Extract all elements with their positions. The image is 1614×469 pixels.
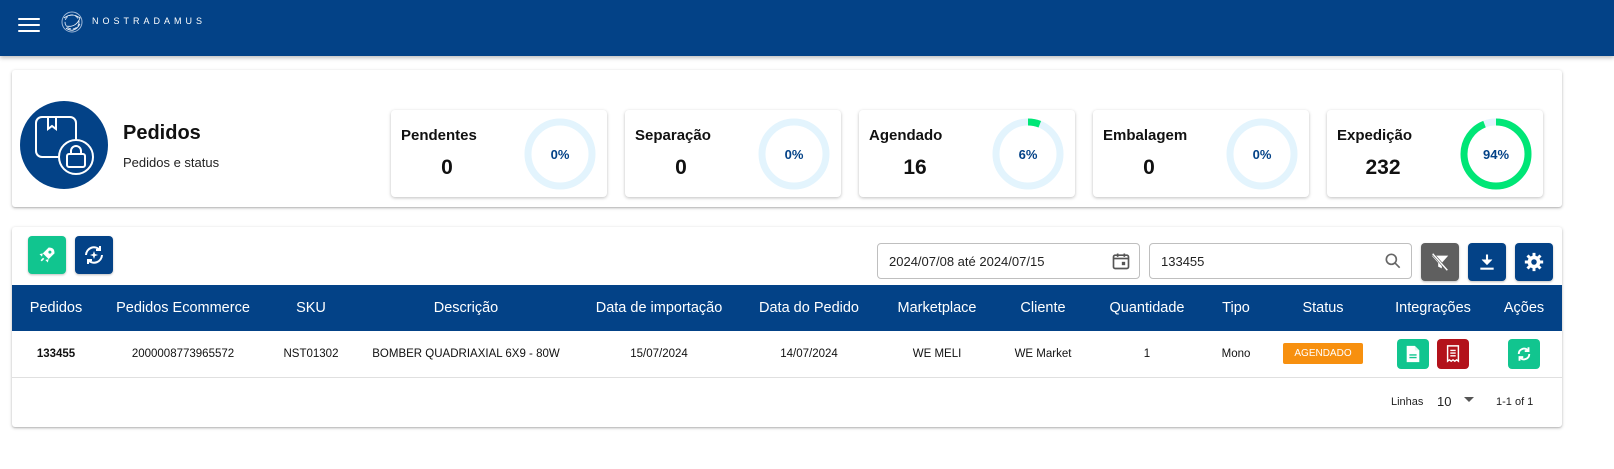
document-icon — [1407, 345, 1420, 362]
cell-cliente: WE Market — [1014, 347, 1072, 360]
menu-icon[interactable] — [18, 18, 40, 36]
search-icon[interactable] — [1383, 251, 1403, 276]
stat-label: Pendentes — [401, 127, 477, 144]
date-range-field[interactable]: 2024/07/08 até 2024/07/15 — [877, 243, 1140, 279]
status-badge: AGENDADO — [1283, 343, 1363, 365]
receipt-button[interactable] — [1436, 338, 1469, 369]
rows-per-page-select[interactable]: 10 — [1437, 394, 1451, 409]
receipt-icon — [1446, 344, 1459, 363]
orders-hero-badge — [20, 101, 108, 189]
column-header-data-importacao[interactable]: Data de importação — [576, 285, 742, 331]
search-input[interactable]: 133455 — [1161, 254, 1204, 269]
cell-sku: NST01302 — [283, 347, 339, 360]
gear-icon — [1524, 252, 1544, 272]
column-header-status[interactable]: Status — [1266, 285, 1380, 331]
stat-card-pendentes[interactable]: Pendentes 0 0% — [391, 110, 607, 197]
column-header-data-pedido[interactable]: Data do Pedido — [742, 285, 876, 331]
cell-integracoes — [1380, 331, 1486, 377]
document-button[interactable] — [1397, 338, 1430, 369]
column-header-integracoes[interactable]: Integrações — [1380, 285, 1486, 331]
cell-data-pedido: 14/07/2024 — [780, 347, 838, 360]
progress-percent: 0% — [551, 147, 570, 162]
cell-ecommerce: 2000008773965572 — [131, 347, 235, 360]
column-header-quantidade[interactable]: Quantidade — [1088, 285, 1206, 331]
column-header-tipo[interactable]: Tipo — [1206, 285, 1266, 331]
sync-sparkle-icon — [85, 246, 103, 264]
progress-ring: 0% — [758, 118, 830, 190]
page-title: Pedidos — [123, 122, 201, 144]
stat-value: 232 — [1365, 156, 1401, 179]
stat-label: Embalagem — [1103, 127, 1188, 144]
stat-label: Separação — [635, 127, 711, 144]
download-icon — [1480, 254, 1494, 270]
progress-ring: 6% — [992, 118, 1064, 190]
chevron-down-icon[interactable] — [1462, 392, 1476, 409]
rocket-button[interactable] — [28, 236, 66, 274]
column-header-marketplace[interactable]: Marketplace — [876, 285, 998, 331]
cell-tipo: Mono — [1221, 347, 1251, 360]
cell-acoes — [1486, 331, 1562, 377]
page-subtitle: Pedidos e status — [123, 155, 220, 170]
download-button[interactable] — [1468, 243, 1506, 281]
search-field[interactable]: 133455 — [1149, 243, 1412, 279]
progress-ring: 0% — [524, 118, 596, 190]
orders-table: Pedidos Pedidos Ecommerce SKU Descrição … — [12, 285, 1562, 378]
cell-pedido: 133455 — [36, 347, 76, 360]
settings-button[interactable] — [1515, 243, 1553, 281]
cell-status: AGENDADO — [1266, 331, 1380, 377]
column-header-sku[interactable]: SKU — [266, 285, 356, 331]
refresh-icon — [1517, 347, 1531, 361]
stat-value: 0 — [675, 156, 687, 179]
stat-label: Agendado — [869, 127, 943, 144]
table-header-row: Pedidos Pedidos Ecommerce SKU Descrição … — [12, 285, 1562, 331]
date-range-value: 2024/07/08 até 2024/07/15 — [889, 254, 1045, 269]
cell-descricao: BOMBER QUADRIAXIAL 6X9 - 80W — [372, 347, 560, 360]
refresh-button[interactable] — [1508, 338, 1540, 369]
calendar-icon[interactable] — [1111, 251, 1131, 276]
stat-label: Expedição — [1337, 127, 1413, 144]
stat-card-separacao[interactable]: Separação 0 0% — [625, 110, 841, 197]
stat-card-embalagem[interactable]: Embalagem 0 0% — [1093, 110, 1309, 197]
stat-value: 0 — [1143, 156, 1155, 179]
cell-marketplace: WE MELI — [912, 347, 962, 360]
column-header-acoes[interactable]: Ações — [1486, 285, 1562, 331]
cell-data-importacao: 15/07/2024 — [630, 347, 688, 360]
stat-value: 0 — [441, 156, 453, 179]
table-row[interactable]: 133455 2000008773965572 NST01302 BOMBER … — [12, 331, 1562, 377]
progress-percent: 6% — [1019, 147, 1038, 162]
progress-ring: 0% — [1226, 118, 1298, 190]
rocket-icon — [39, 247, 55, 263]
orders-table-card: 2024/07/08 até 2024/07/15 133455 Pedidos… — [12, 227, 1562, 427]
progress-percent: 94% — [1483, 147, 1509, 162]
orders-summary-card: Pedidos Pedidos e status Pendentes 0 0% … — [12, 70, 1562, 207]
app-logo[interactable]: NOSTRADAMUS — [58, 8, 218, 38]
column-header-pedidos-ecommerce[interactable]: Pedidos Ecommerce — [100, 285, 266, 331]
sync-button[interactable] — [75, 236, 113, 274]
cell-quantidade: 1 — [1143, 347, 1151, 360]
column-header-pedidos[interactable]: Pedidos — [12, 285, 100, 331]
progress-percent: 0% — [785, 147, 804, 162]
progress-ring: 94% — [1460, 118, 1532, 190]
stat-card-expedicao[interactable]: Expedição 232 94% — [1327, 110, 1543, 197]
column-header-cliente[interactable]: Cliente — [998, 285, 1088, 331]
stat-value: 16 — [903, 156, 927, 179]
column-header-descricao[interactable]: Descrição — [356, 285, 576, 331]
package-bag-icon — [35, 116, 94, 175]
pagination-range: 1-1 of 1 — [1496, 396, 1534, 408]
top-app-bar: NOSTRADAMUS — [0, 0, 1614, 56]
logo-swirl-icon — [61, 11, 83, 33]
logo-text: NOSTRADAMUS — [92, 16, 207, 26]
filter-off-icon — [1431, 252, 1449, 272]
stat-card-agendado[interactable]: Agendado 16 6% — [859, 110, 1075, 197]
clear-filter-button[interactable] — [1421, 243, 1459, 281]
rows-per-page-label: Linhas — [1391, 396, 1424, 408]
progress-percent: 0% — [1253, 147, 1272, 162]
